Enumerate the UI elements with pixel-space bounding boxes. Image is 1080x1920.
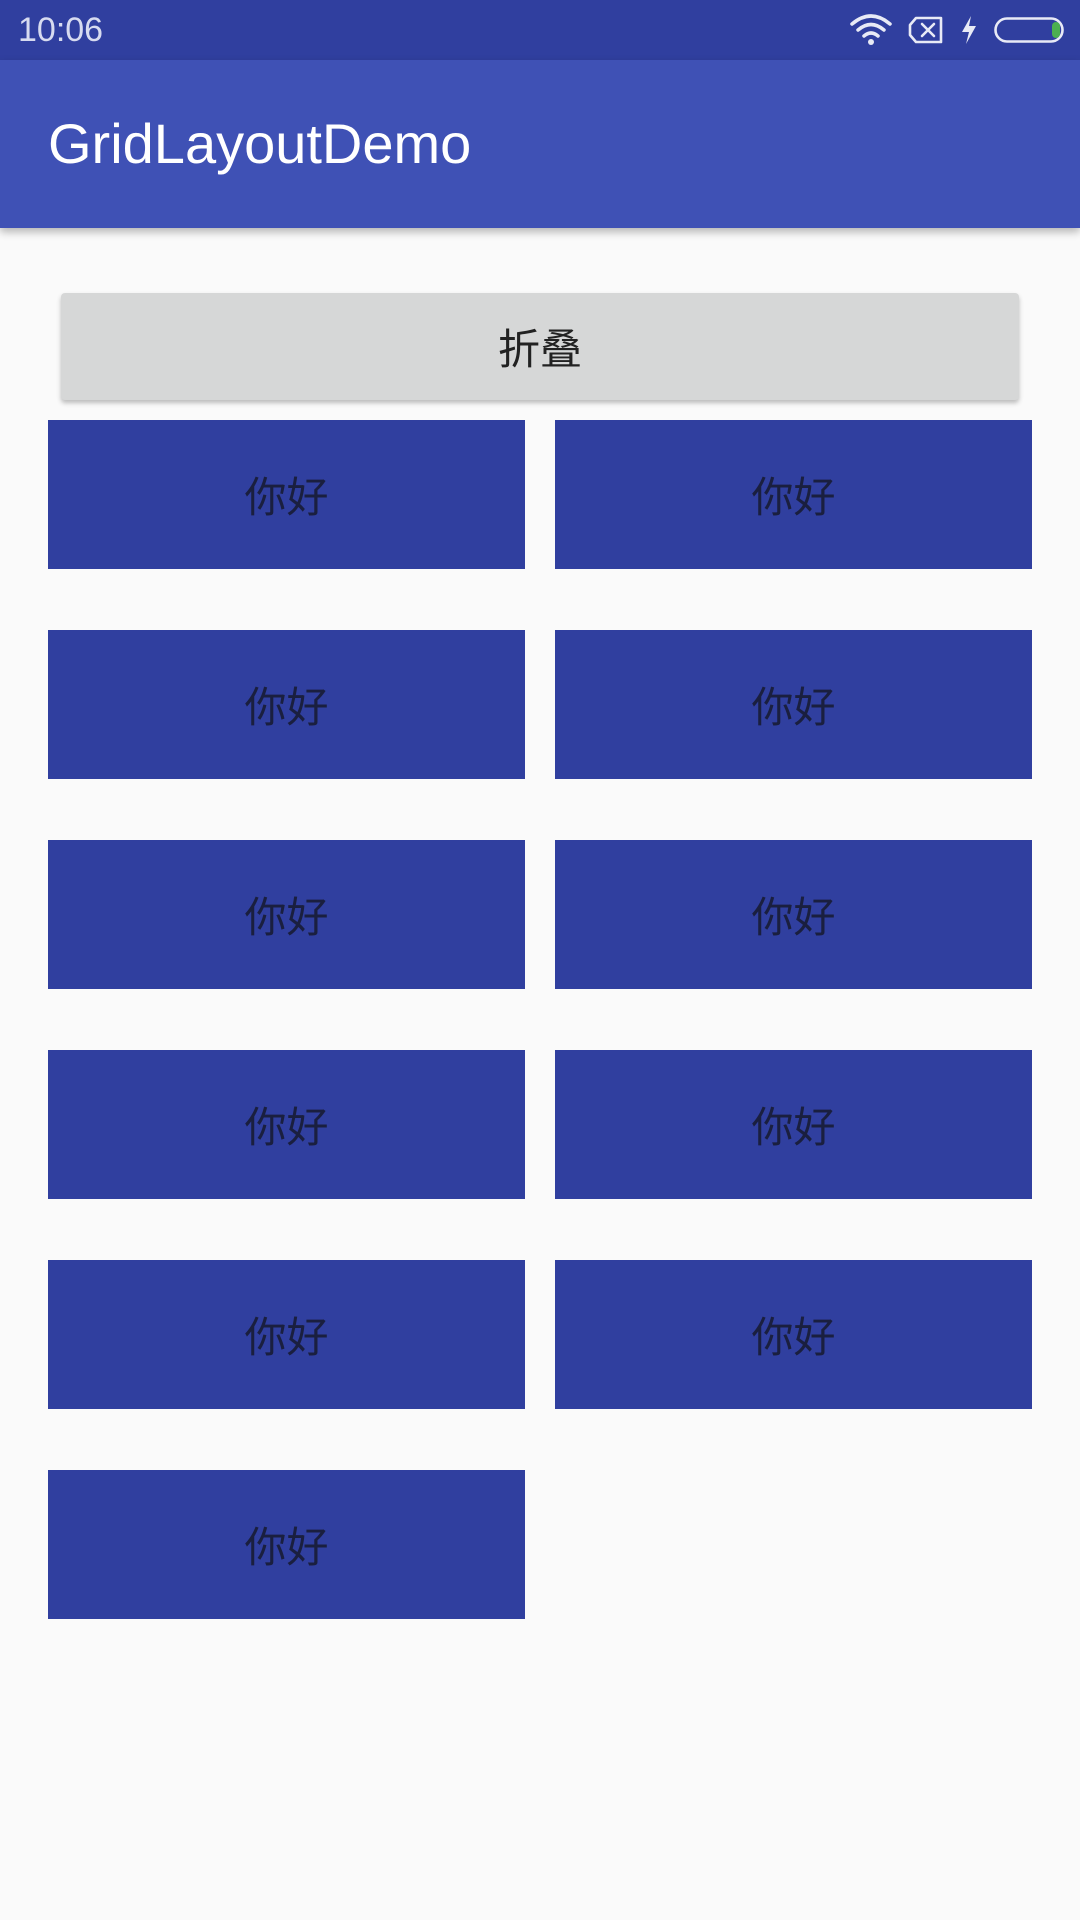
grid-cell[interactable]: 你好 [48,1050,525,1199]
status-icons [850,12,1066,48]
app-title: GridLayoutDemo [48,112,472,175]
grid-cell[interactable]: 你好 [555,630,1032,779]
charging-bolt-icon [960,15,978,45]
battery-icon [994,16,1066,44]
grid-cell[interactable]: 你好 [48,420,525,569]
grid-cell[interactable]: 你好 [48,840,525,989]
grid-cell[interactable]: 你好 [555,840,1032,989]
fold-button[interactable]: 折叠 [61,293,1019,400]
grid-cell[interactable]: 你好 [48,1470,525,1619]
app-bar: GridLayoutDemo [0,60,1080,228]
grid-cell[interactable]: 你好 [555,420,1032,569]
wifi-icon [850,14,892,46]
battery-level-fill [1052,22,1060,38]
grid-cell[interactable]: 你好 [555,1050,1032,1199]
grid-cell[interactable]: 你好 [555,1260,1032,1409]
grid-cell[interactable]: 你好 [48,630,525,779]
status-bar: 10:06 [0,0,1080,60]
grid-cell[interactable]: 你好 [48,1260,525,1409]
grid-layout: 你好 你好 你好 你好 你好 你好 你好 你好 你好 你好 你好 [48,420,1033,1619]
status-time: 10:06 [18,11,104,49]
sim-card-x-icon [908,16,944,44]
